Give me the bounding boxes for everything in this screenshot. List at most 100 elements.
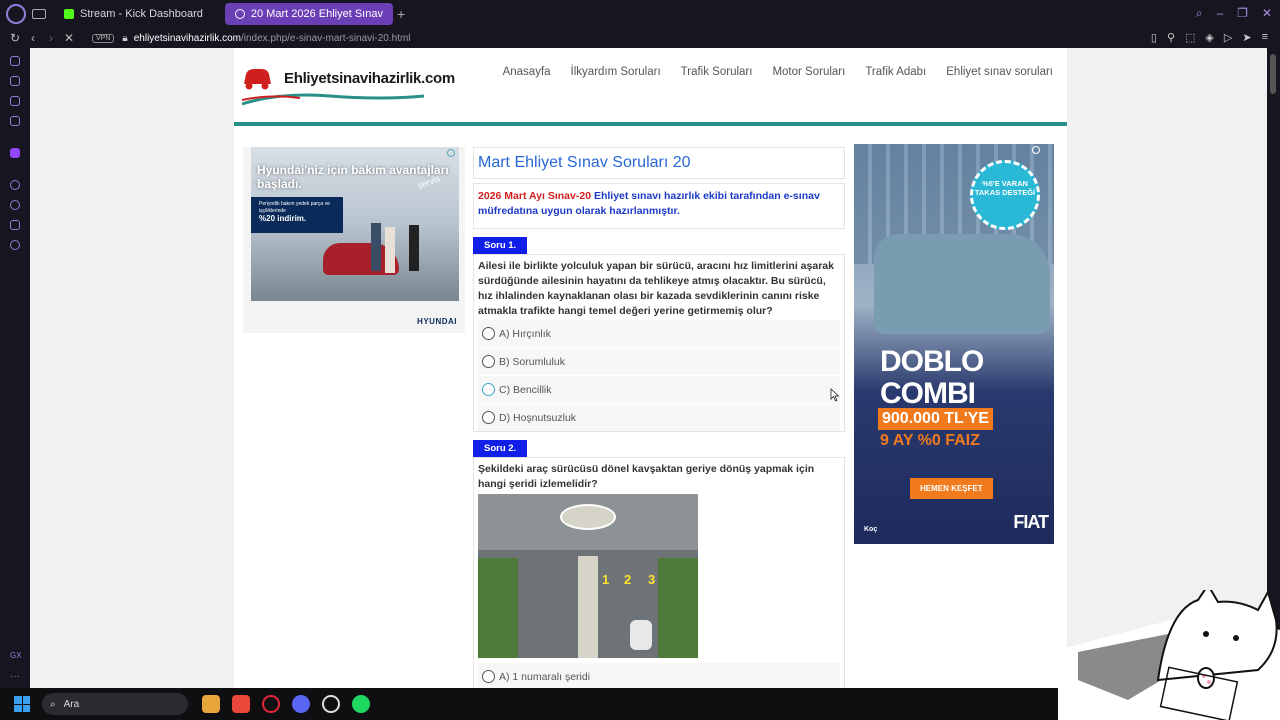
option-label: B) Sorumluluk (499, 355, 565, 368)
messenger-icon[interactable] (10, 96, 20, 106)
settings-icon[interactable] (10, 240, 20, 250)
gx-label[interactable]: GX (10, 651, 22, 660)
bongo-cat-overlay (1058, 590, 1280, 720)
windows-start-icon[interactable] (14, 696, 30, 712)
page-title: Mart Ehliyet Sınav Soruları 20 (478, 154, 691, 171)
tab-ehliyet[interactable]: 20 Mart 2026 Ehliyet Sınav (224, 3, 393, 25)
url-path[interactable]: /index.php/e-sinav-mart-sinavi-20.html (241, 33, 411, 44)
reload-icon[interactable]: ↻ (6, 31, 24, 45)
brave-icon[interactable] (232, 695, 250, 713)
option-a[interactable]: A) 1 numaralı şeridi (478, 662, 840, 688)
radio-button[interactable] (482, 670, 495, 683)
sidebar-more-icon[interactable]: ··· (10, 671, 20, 682)
option-a[interactable]: A) Hırçınlık (478, 319, 840, 347)
ad-brand: FIAT (1013, 512, 1049, 532)
adchoices-icon[interactable] (447, 149, 455, 157)
address-bar-tools: ▯ ⚲ ⬚ ◈ ▷ ➤ ≡ (1151, 31, 1268, 44)
search-placeholder: Ara (63, 698, 80, 710)
ad-van (874, 234, 1050, 334)
stop-loading-icon[interactable]: ✕ (60, 31, 78, 45)
opera-logo-icon[interactable] (6, 4, 26, 24)
roundabout-image: 1 2 3 (478, 494, 698, 658)
restore-icon[interactable]: ❐ (1237, 6, 1248, 21)
car (630, 620, 652, 650)
share-icon[interactable]: ➤ (1242, 31, 1251, 44)
option-c[interactable]: C) Bencillik (478, 375, 840, 403)
question-box: Şekildeki araç sürücüsü dönel kavşaktan … (473, 457, 845, 688)
snapshot-icon[interactable]: ⬚ (1185, 31, 1195, 44)
radio-button[interactable] (482, 355, 495, 368)
clock-icon[interactable] (10, 200, 20, 210)
vpn-badge[interactable]: VPN (92, 33, 115, 43)
search-icon: ⌕ (50, 698, 56, 710)
ad-model-line: DOBLO (880, 345, 984, 378)
grass (478, 558, 518, 658)
nav-motor[interactable]: Motor Soruları (772, 66, 845, 78)
option-label: D) Hoşnutsuzluk (499, 411, 577, 424)
reader-icon[interactable]: ▯ (1151, 31, 1157, 44)
ad-rate: 9 AY %0 FAIZ (880, 432, 980, 449)
title-box: Mart Ehliyet Sınav Soruları 20 (473, 147, 845, 179)
close-icon[interactable]: ✕ (1262, 6, 1272, 21)
adchoices-icon[interactable] (1032, 146, 1040, 154)
option-d[interactable]: D) Hoşnutsuzluk (478, 403, 840, 431)
chat-icon[interactable] (10, 220, 20, 230)
nav-ehliyet-sinav[interactable]: Ehliyet sınav soruları (946, 66, 1053, 78)
forward-icon[interactable]: › (42, 31, 60, 45)
lock-icon: 🔒︎ (122, 32, 128, 44)
ad-cta-button[interactable]: HEMEN KEŞFET (910, 478, 993, 499)
play-icon[interactable]: ▷ (1224, 31, 1232, 44)
ad-offer-percent: %20 indirim. (259, 214, 307, 223)
workspaces-icon[interactable] (32, 9, 46, 19)
radio-button[interactable] (482, 383, 495, 396)
question-label: Soru 1. (473, 237, 528, 254)
shield-icon[interactable]: ◈ (1205, 31, 1213, 44)
kick-icon (64, 9, 74, 19)
lane-number: 2 (624, 572, 632, 587)
ad-brand: HYUNDAI (417, 317, 457, 326)
aria-icon[interactable] (10, 76, 20, 86)
person (371, 223, 381, 271)
spotify-icon[interactable] (352, 695, 370, 713)
pin-icon[interactable]: ⚲ (1167, 31, 1175, 44)
back-icon[interactable]: ‹ (24, 31, 42, 45)
nav-trafik-adabi[interactable]: Trafik Adabı (865, 66, 926, 78)
nav-anasayfa[interactable]: Anasayfa (503, 66, 551, 78)
opera-gx-icon[interactable] (262, 695, 280, 713)
fiat-ad[interactable]: %5'E VARAN TAKAS DESTEĞİ DOBLO COMBI 900… (854, 144, 1054, 544)
mail-icon[interactable] (10, 116, 20, 126)
player-icon[interactable] (10, 180, 20, 190)
main-content: Mart Ehliyet Sınav Soruları 20 2026 Mart… (473, 147, 845, 688)
new-tab-button[interactable]: + (397, 6, 405, 22)
browser-sidebar: GX ··· (0, 48, 30, 688)
intro-year: 2026 Mart Ayı Sınav-20 (478, 190, 592, 202)
nav-ilkyardim[interactable]: İlkyardım Soruları (571, 66, 661, 78)
discord-icon[interactable] (292, 695, 310, 713)
history-icon[interactable] (10, 56, 20, 66)
mouse-cursor-icon (830, 388, 840, 402)
nav-trafik[interactable]: Trafik Soruları (681, 66, 753, 78)
option-b[interactable]: B) Sorumluluk (478, 347, 840, 375)
logo-swoosh (241, 93, 425, 106)
ad-price: 900.000 TL'YE (878, 408, 993, 430)
main-nav: Anasayfa İlkyardım Soruları Trafik Sorul… (503, 66, 1053, 78)
taskbar-search[interactable]: ⌕ Ara (42, 693, 188, 715)
grass (658, 558, 698, 658)
hyundai-ad[interactable]: Hyundai'niz için bakım avantajları başla… (243, 147, 465, 333)
median (578, 556, 598, 658)
tab-kick-dashboard[interactable]: Stream - Kick Dashboard (54, 3, 213, 25)
scrollbar-thumb[interactable] (1270, 54, 1276, 94)
radio-button[interactable] (482, 411, 495, 424)
intro-box: 2026 Mart Ayı Sınav-20 Ehliyet sınavı ha… (473, 183, 845, 229)
obs-icon[interactable] (322, 695, 340, 713)
window-controls: ⌕ – ❐ ✕ (1196, 6, 1272, 21)
minimize-icon[interactable]: – (1216, 6, 1223, 21)
url-host[interactable]: ehliyetsinavihazirlik.com (134, 33, 241, 44)
radio-button[interactable] (482, 327, 495, 340)
site-logo[interactable]: Ehliyetsinavihazirlik.com (240, 64, 455, 108)
twitch-icon[interactable] (10, 148, 20, 158)
search-icon[interactable]: ⌕ (1196, 6, 1203, 21)
menu-icon[interactable]: ≡ (1262, 31, 1268, 44)
file-explorer-icon[interactable] (202, 695, 220, 713)
question-label: Soru 2. (473, 440, 528, 457)
